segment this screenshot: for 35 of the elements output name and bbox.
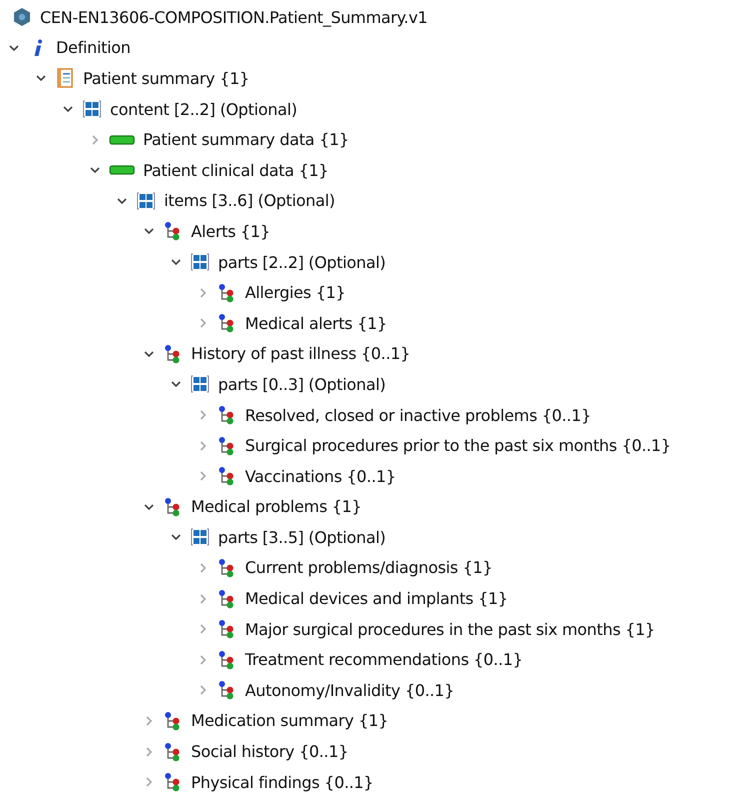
grid-icon bbox=[190, 252, 210, 272]
document-icon bbox=[55, 68, 75, 88]
grid-icon bbox=[190, 374, 210, 394]
tree-node-label[interactable]: parts [3..5] (Optional) bbox=[218, 528, 386, 547]
tree-node-label[interactable]: Autonomy/Invalidity {0..1} bbox=[245, 680, 454, 700]
tree-node-label[interactable]: Major surgical procedures in the past six months {1} bbox=[245, 620, 655, 639]
tree-node-label[interactable]: Surgical procedures prior to the past six months {0..1} bbox=[245, 436, 671, 456]
tree-node-label[interactable]: Treatment recommendations {0..1} bbox=[245, 650, 523, 670]
tree-node-label[interactable]: Medical problems {1} bbox=[191, 497, 362, 516]
tree-node-label[interactable]: Patient summary {1} bbox=[83, 68, 250, 88]
hexagon-icon bbox=[12, 7, 32, 28]
tree-node-label[interactable]: Medical devices and implants {1} bbox=[245, 589, 508, 608]
tree-node-label[interactable]: items [3..6] (Optional) bbox=[164, 191, 335, 210]
section-bar-icon bbox=[109, 165, 135, 176]
tree-node-label[interactable]: Social history {0..1} bbox=[191, 742, 348, 762]
tree-node-label[interactable]: content [2..2] (Optional) bbox=[110, 100, 298, 119]
tree-node-label[interactable]: parts [0..3] (Optional) bbox=[218, 374, 386, 394]
tree-node-label[interactable]: Definition bbox=[56, 38, 130, 58]
tree-node-label[interactable]: parts [2..2] (Optional) bbox=[218, 252, 386, 272]
tree-node-label[interactable]: Patient summary data {1} bbox=[143, 130, 349, 150]
tree-node-label[interactable]: Allergies {1} bbox=[245, 283, 346, 302]
root-node-label[interactable]: CEN-EN13606-COMPOSITION.Patient_Summary.v1 bbox=[40, 8, 428, 27]
tree-node-label[interactable]: Vaccinations {0..1} bbox=[245, 466, 396, 486]
grid-icon bbox=[82, 99, 102, 120]
tree-node-label[interactable]: Medical alerts {1} bbox=[245, 314, 387, 333]
tree-node-label[interactable]: Resolved, closed or inactive problems {0..1} bbox=[245, 406, 591, 425]
tree-node-label[interactable]: Physical findings {0..1} bbox=[191, 772, 374, 792]
grid-icon bbox=[190, 527, 210, 548]
tree-node-label[interactable]: Patient clinical data {1} bbox=[143, 160, 328, 180]
grid-icon bbox=[136, 190, 156, 211]
tree-node-label[interactable]: Alerts {1} bbox=[191, 222, 270, 241]
section-bar-icon bbox=[109, 134, 135, 145]
tree-node-label[interactable]: History of past illness {0..1} bbox=[191, 344, 410, 364]
tree-node-label[interactable]: Current problems/diagnosis {1} bbox=[245, 558, 492, 578]
tree-node-label[interactable]: Medication summary {1} bbox=[191, 711, 388, 730]
